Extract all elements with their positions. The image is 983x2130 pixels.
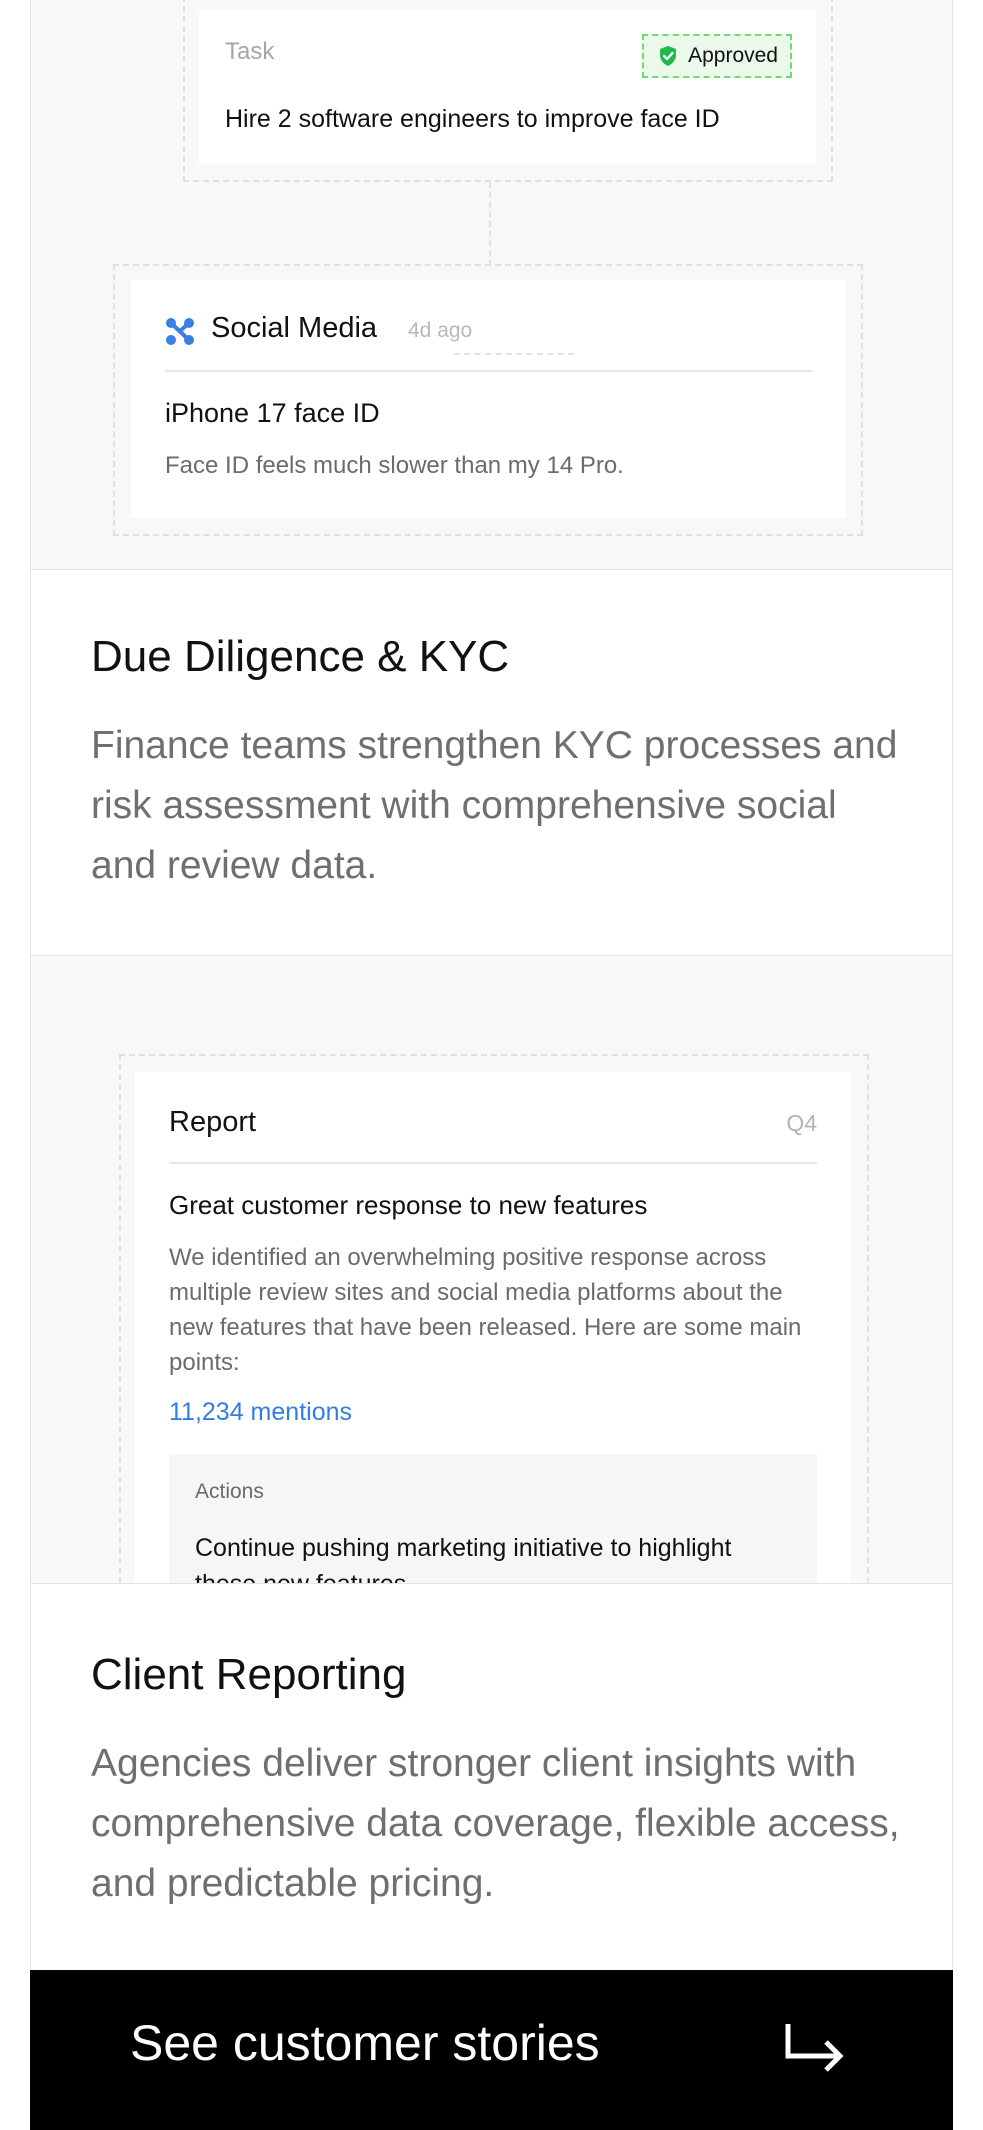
actions-label: Actions [195, 1480, 264, 1503]
page-frame: Task Approved Hire 2 software engineers … [30, 0, 953, 1970]
kyc-description: Finance teams strengthen KYC processes a… [91, 724, 898, 887]
connector-line [489, 182, 491, 266]
social-media-card: Social Media 4d ago iPhone 17 face ID Fa… [131, 280, 846, 518]
task-text: Hire 2 software engineers to improve fac… [225, 105, 720, 133]
approved-label: Approved [688, 44, 778, 67]
actions-box: Actions Continue pushing marketing initi… [169, 1454, 817, 1584]
client-reporting-section: Client Reporting Agencies deliver strong… [31, 1584, 952, 1970]
social-source-title: Social Media [211, 312, 378, 344]
see-customer-stories-button[interactable]: See customer stories [30, 1970, 953, 2130]
report-period: Q4 [786, 1110, 817, 1136]
task-label: Task [225, 38, 275, 65]
social-post-heading: iPhone 17 face ID [165, 398, 380, 428]
report-card: Report Q4 Great customer response to new… [135, 1072, 851, 1584]
actions-text: Continue pushing marketing initiative to… [195, 1534, 732, 1584]
illustration-panel-top: Task Approved Hire 2 software engineers … [31, 0, 952, 570]
report-heading: Great customer response to new features [169, 1190, 648, 1220]
client-reporting-title: Client Reporting [91, 1650, 407, 1699]
mentions-link[interactable]: 11,234 mentions [169, 1398, 352, 1427]
cta-label: See customer stories [130, 2015, 600, 2071]
kyc-section: Due Diligence & KYC Finance teams streng… [31, 570, 952, 956]
divider [169, 1162, 817, 1164]
task-card: Task Approved Hire 2 software engineers … [199, 10, 816, 165]
timestamp-underline [454, 353, 574, 355]
divider [165, 370, 812, 372]
social-share-icon [166, 318, 194, 345]
social-timestamp: 4d ago [408, 319, 473, 342]
report-body: We identified an overwhelming positive r… [169, 1244, 802, 1376]
illustration-panel-report: Report Q4 Great customer response to new… [31, 956, 952, 1584]
client-reporting-description: Agencies deliver stronger client insight… [91, 1742, 900, 1905]
social-post-body: Face ID feels much slower than my 14 Pro… [165, 452, 624, 479]
kyc-title: Due Diligence & KYC [91, 632, 510, 681]
arrow-down-right-icon [785, 2024, 844, 2072]
shield-check-icon [660, 46, 677, 66]
approved-badge: Approved [642, 34, 792, 78]
report-title: Report [169, 1106, 257, 1138]
